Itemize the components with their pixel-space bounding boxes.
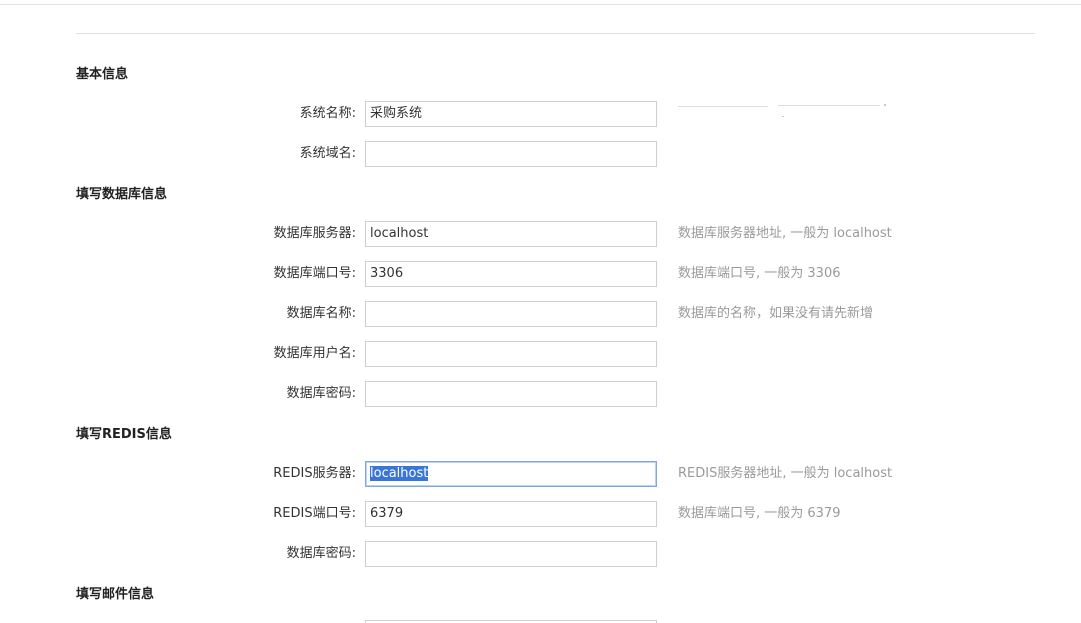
redis-server-hint: REDIS服务器地址, 一般为 localhost	[678, 466, 893, 481]
top-border	[0, 4, 1081, 5]
db-password-input[interactable]	[365, 381, 657, 407]
row-system-domain: 系统域名:	[0, 141, 1081, 167]
section-title-basic: 基本信息	[76, 67, 129, 82]
section-title-redis: 填写REDIS信息	[76, 427, 172, 442]
system-name-label: 系统名称:	[299, 106, 356, 121]
system-name-input[interactable]: 采购系统	[365, 101, 657, 127]
redis-password-label: 数据库密码:	[286, 546, 356, 561]
db-password-label: 数据库密码:	[286, 386, 356, 401]
row-db-password: 数据库密码:	[0, 381, 1081, 407]
db-user-label: 数据库用户名:	[273, 346, 356, 361]
db-server-hint: 数据库服务器地址, 一般为 localhost	[678, 226, 892, 241]
redis-server-selected-text: localhost	[370, 466, 429, 481]
db-name-hint: 数据库的名称，如果没有请先新增	[678, 306, 874, 321]
header-divider	[76, 33, 1035, 34]
row-system-name: 系统名称: 采购系统	[0, 101, 1081, 127]
redis-port-input[interactable]: 6379	[365, 501, 657, 527]
redacted-hint-smudge	[678, 104, 888, 118]
redis-password-input[interactable]	[365, 541, 657, 567]
redis-port-label: REDIS端口号:	[273, 506, 356, 521]
row-db-port: 数据库端口号: 3306 数据库端口号, 一般为 3306	[0, 261, 1081, 287]
redis-port-hint: 数据库端口号, 一般为 6379	[678, 506, 841, 521]
db-port-label: 数据库端口号:	[273, 266, 356, 281]
redis-server-input[interactable]: localhost	[365, 461, 657, 487]
row-db-server: 数据库服务器: localhost 数据库服务器地址, 一般为 localhos…	[0, 221, 1081, 247]
db-server-label: 数据库服务器:	[273, 226, 356, 241]
db-server-input[interactable]: localhost	[365, 221, 657, 247]
row-db-user: 数据库用户名:	[0, 341, 1081, 367]
db-user-input[interactable]	[365, 341, 657, 367]
db-port-input[interactable]: 3306	[365, 261, 657, 287]
db-name-label: 数据库名称:	[286, 306, 356, 321]
section-title-database: 填写数据库信息	[76, 187, 168, 202]
redis-server-label: REDIS服务器:	[273, 466, 356, 481]
row-redis-server: REDIS服务器: localhost REDIS服务器地址, 一般为 loca…	[0, 461, 1081, 487]
install-config-page: 基本信息 系统名称: 采购系统 系统域名: 填写数据库信息 数据库服务器: lo…	[0, 0, 1081, 623]
db-name-input[interactable]	[365, 301, 657, 327]
section-title-mail: 填写邮件信息	[76, 587, 155, 602]
row-redis-port: REDIS端口号: 6379 数据库端口号, 一般为 6379	[0, 501, 1081, 527]
system-domain-label: 系统域名:	[299, 146, 356, 161]
db-port-hint: 数据库端口号, 一般为 3306	[678, 266, 841, 281]
row-redis-password: 数据库密码:	[0, 541, 1081, 567]
row-db-name: 数据库名称: 数据库的名称，如果没有请先新增	[0, 301, 1081, 327]
system-domain-input[interactable]	[365, 141, 657, 167]
